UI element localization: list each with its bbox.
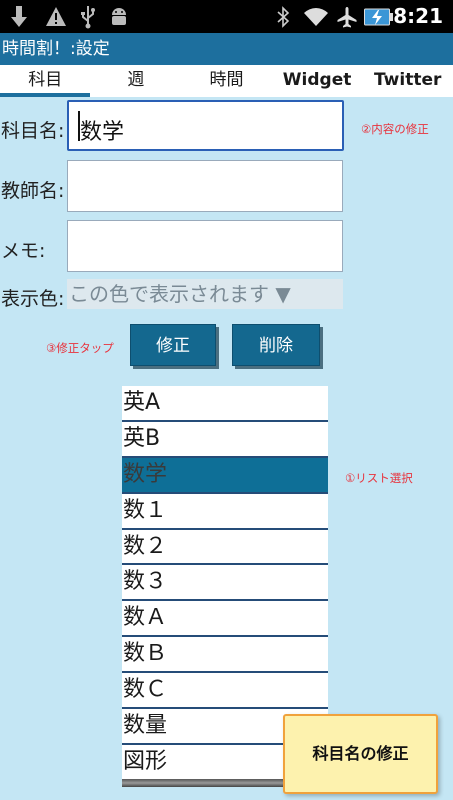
- memo-label: メモ:: [1, 240, 46, 262]
- subject-name-input[interactable]: 数学: [67, 100, 344, 151]
- wifi-icon: [302, 4, 330, 29]
- teacher-name-label: 教師名:: [1, 180, 65, 202]
- annotation-edit-content: ②内容の修正: [361, 122, 429, 136]
- memo-input[interactable]: [67, 220, 343, 272]
- list-item[interactable]: 数３: [122, 565, 328, 602]
- tab-time[interactable]: 時間: [181, 65, 272, 97]
- selected-tab-indicator: [0, 93, 90, 97]
- subject-name-label: 科目名:: [1, 120, 65, 142]
- annotation-tap-edit: ③修正タップ: [46, 341, 114, 355]
- clock: 8:21: [393, 4, 443, 28]
- subject-name-value: 数学: [80, 120, 125, 145]
- status-bar: 8:21: [0, 0, 453, 33]
- app-title: 時間割！:設定: [0, 33, 453, 65]
- list-item[interactable]: 数２: [122, 530, 328, 566]
- warning-icon: [44, 4, 68, 29]
- display-color-dropdown[interactable]: この色で表示されます ▼: [67, 279, 343, 309]
- usb-icon: [78, 4, 98, 29]
- tab-twitter[interactable]: Twitter: [362, 65, 453, 97]
- callout-note: 科目名の修正: [283, 714, 438, 794]
- tab-widget[interactable]: Widget: [272, 65, 363, 97]
- list-item[interactable]: 数Ｃ: [122, 673, 328, 710]
- list-item[interactable]: 数Ｂ: [122, 637, 328, 674]
- delete-button[interactable]: 削除: [232, 324, 320, 366]
- tab-week[interactable]: 週: [91, 65, 182, 97]
- list-item[interactable]: 英A: [122, 386, 328, 422]
- download-icon: [8, 4, 30, 29]
- list-item[interactable]: 英B: [122, 422, 328, 458]
- edit-button[interactable]: 修正: [130, 324, 216, 366]
- list-item[interactable]: 数Ａ: [122, 601, 328, 638]
- annotation-select-list: ①リスト選択: [345, 471, 413, 485]
- battery-charging-icon: [364, 4, 394, 29]
- list-item[interactable]: 数１: [122, 494, 328, 530]
- list-item-selected[interactable]: 数学: [122, 457, 328, 494]
- display-color-label: 表示色:: [1, 288, 65, 310]
- android-debug-icon: [107, 4, 131, 29]
- teacher-name-input[interactable]: [67, 160, 343, 212]
- airplane-mode-icon: [335, 4, 359, 29]
- bluetooth-icon: [273, 4, 293, 29]
